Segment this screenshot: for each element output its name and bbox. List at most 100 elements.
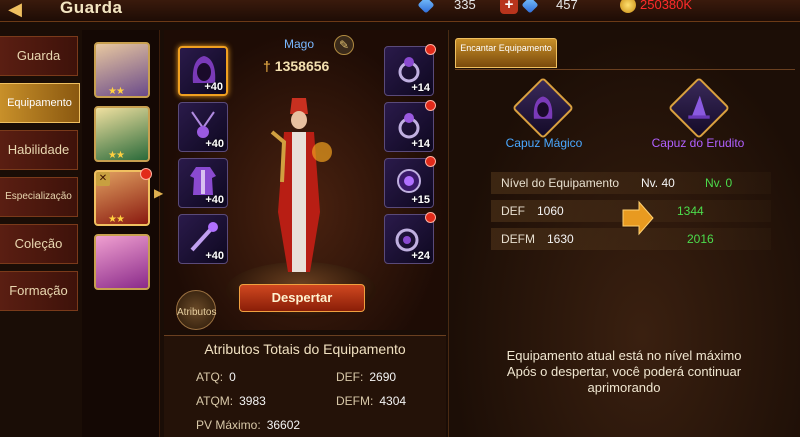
gem-icon: [417, 0, 435, 14]
stat-atqm: ATQM: 3983: [196, 394, 266, 408]
equipment-totals-panel: Atributos Totais do Equipamento ATQ: 0 DE…: [164, 335, 446, 437]
max-msg-line-1: Equipamento atual está no nível máximo: [506, 348, 742, 363]
hero-portrait-1[interactable]: ★★: [94, 42, 150, 98]
hero-portrait-4[interactable]: [94, 234, 150, 290]
hero-stars: ★★: [108, 214, 125, 225]
equip-slot-staff[interactable]: +40: [178, 214, 228, 264]
stat-def: DEF: 2690: [336, 370, 396, 384]
add-gems-button[interactable]: +: [500, 0, 518, 14]
gem-counter: 335: [417, 0, 476, 14]
equip-slot-amulet[interactable]: +40: [178, 102, 228, 152]
staff-icon: [190, 222, 218, 252]
stat-pv-max: PV Máximo: 36602: [196, 418, 300, 432]
stat-value: 3983: [239, 394, 266, 408]
gold-counter: 250380K: [620, 0, 692, 13]
max-msg-line-3: aprimorando: [587, 380, 661, 395]
menu-item-guarda[interactable]: Guarda: [0, 36, 78, 76]
stat-label: PV Máximo:: [196, 418, 261, 432]
equip-slot-robe[interactable]: +40: [178, 158, 228, 208]
crossed-swords-icon: ✕: [96, 172, 110, 186]
gold-coin-icon: [620, 0, 636, 13]
slot-level: +40: [205, 138, 224, 150]
equip-slot-hood[interactable]: +40: [178, 46, 228, 96]
notification-dot-icon: [140, 168, 152, 180]
amulet-icon: [191, 111, 215, 138]
notification-dot-icon: [425, 212, 436, 223]
locked-gem-value: 457: [556, 0, 578, 12]
slot-level: +14: [411, 82, 430, 94]
orb-icon: [397, 169, 421, 193]
equip-slot-ring-1[interactable]: +14: [384, 44, 436, 96]
stat-next: 1344: [677, 204, 704, 218]
menu-item-habilidade[interactable]: Habilidade: [0, 130, 78, 170]
attributes-button[interactable]: Atributos: [176, 290, 216, 330]
stat-label: DEFM: [501, 232, 535, 246]
upgrade-arrow-icon: [622, 200, 654, 236]
menu-item-especializacao[interactable]: Especialização: [0, 177, 78, 217]
enchant-panel: Encantar Equipamento Capuz Mágico Capuz …: [448, 30, 800, 437]
stat-current: 1630: [547, 232, 574, 246]
slot-level: +15: [411, 194, 430, 206]
menu-item-colecao[interactable]: Coleção: [0, 224, 78, 264]
locked-gem-counter: 457: [521, 0, 578, 14]
ring-icon: [398, 113, 420, 139]
stat-value: 36602: [266, 418, 301, 432]
stat-value: 0: [229, 370, 236, 384]
stat-defm: DEFM: 4304: [336, 394, 406, 408]
stat-label: DEF:: [336, 370, 364, 384]
ring-icon: [398, 57, 420, 83]
hero-portrait-2[interactable]: ★★: [94, 106, 150, 162]
combat-power: † 1358656: [263, 58, 329, 74]
power-icon: †: [263, 58, 271, 74]
mage-character-model: [270, 98, 332, 272]
locked-gem-icon: [521, 0, 539, 14]
notification-dot-icon: [425, 44, 436, 55]
hero-stars: ★★: [108, 86, 125, 97]
current-item-name: Capuz Mágico: [505, 136, 583, 150]
stat-label: DEFM:: [336, 394, 374, 408]
awaken-button[interactable]: Despertar: [239, 284, 365, 312]
max-level-message: Equipamento atual está no nível máximo A…: [469, 348, 779, 396]
top-bar: ◀ Guarda 335 + 457 250380K: [0, 0, 800, 22]
hero-list: ★★ ★★ ✕ ★★: [82, 30, 160, 437]
current-item-box[interactable]: [511, 76, 575, 140]
class-switch-icon[interactable]: ✎: [334, 35, 354, 55]
slot-level: +14: [411, 138, 430, 150]
stat-row-level: Nível do Equipamento Nv. 40 Nv. 0: [491, 172, 771, 194]
equip-slot-relic[interactable]: +24: [384, 212, 436, 264]
stat-label: DEF: [501, 204, 525, 218]
stat-next: 2016: [687, 232, 714, 246]
page-title: Guarda: [60, 0, 123, 17]
menu-item-equipamento[interactable]: Equipamento: [0, 83, 80, 123]
equip-slot-orb[interactable]: +15: [384, 156, 436, 208]
slot-level: +40: [205, 250, 224, 262]
gem-value: 335: [454, 0, 476, 12]
back-arrow-icon[interactable]: ◀: [2, 0, 28, 22]
menu-item-formacao[interactable]: Formação: [0, 271, 78, 311]
class-label: Mago: [284, 37, 315, 51]
tab-divider: [455, 69, 795, 70]
stat-current: Nv. 40: [641, 176, 675, 190]
totals-title: Atributos Totais do Equipamento: [204, 341, 406, 357]
notification-dot-icon: [425, 100, 436, 111]
hood-icon: [533, 96, 553, 119]
wizard-hat-icon: [688, 95, 710, 119]
gold-value: 250380K: [640, 0, 693, 12]
slot-level: +40: [205, 194, 224, 206]
tab-encantar-equipamento[interactable]: Encantar Equipamento: [455, 38, 557, 68]
stat-label: Nível do Equipamento: [501, 176, 620, 190]
stat-current: 1060: [537, 204, 564, 218]
notification-dot-icon: [425, 156, 436, 167]
combat-power-value: 1358656: [274, 58, 330, 74]
equip-slot-ring-2[interactable]: +14: [384, 100, 436, 152]
stat-label: ATQ:: [196, 370, 224, 384]
max-msg-line-2: Após o despertar, você poderá continuar: [506, 364, 742, 379]
stat-label: ATQM:: [196, 394, 234, 408]
next-item-box[interactable]: [667, 76, 731, 140]
left-menu: Guarda Equipamento Habilidade Especializ…: [0, 36, 80, 318]
stat-next: Nv. 0: [705, 176, 733, 190]
slot-level: +40: [204, 81, 223, 93]
hero-portrait-3-selected[interactable]: ✕ ★★: [94, 168, 152, 226]
stat-atq: ATQ: 0: [196, 370, 236, 384]
hero-stars: ★★: [108, 150, 125, 161]
